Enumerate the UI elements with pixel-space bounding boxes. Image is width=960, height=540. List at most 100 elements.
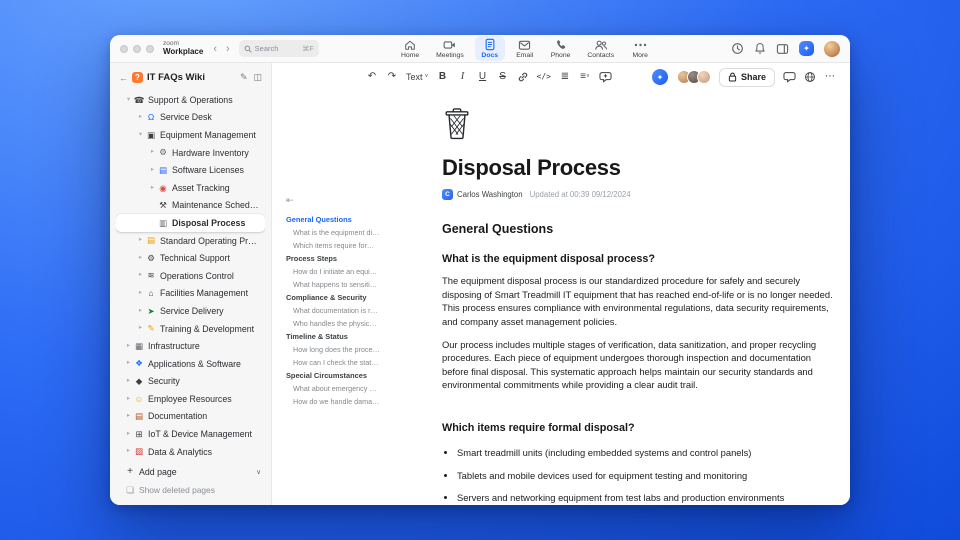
nav-forward-button[interactable]: › [226, 43, 230, 55]
code-icon[interactable]: </> [537, 68, 551, 86]
sidebar-item-facilities-management[interactable]: ▸ ⌂ Facilities Management [116, 285, 265, 303]
show-deleted-pages-button[interactable]: ❏ Show deleted pages [116, 481, 265, 499]
outline-item[interactable]: Who handles the physical di... [286, 317, 380, 330]
outline-item[interactable]: What documentation is req... [286, 304, 380, 317]
panel-toggle-icon[interactable] [776, 43, 789, 55]
collapse-outline-icon[interactable]: ⇤ [286, 195, 294, 206]
tab-docs[interactable]: Docs [474, 36, 505, 61]
tab-email[interactable]: Email [510, 37, 540, 61]
search-input[interactable]: Search ⌘F [238, 40, 319, 57]
outline-section[interactable]: Timeline & Status [286, 330, 380, 343]
chevron-right-icon[interactable]: ▸ [136, 325, 145, 332]
sidebar-item-asset-tracking[interactable]: ▸ ◉ Asset Tracking [116, 179, 265, 197]
chevron-right-icon[interactable]: ▸ [124, 430, 133, 438]
sidebar-item-support-operations[interactable]: ▾ ☎ Support & Operations [116, 91, 265, 109]
list-icon[interactable]: ≣ [559, 68, 571, 86]
sidebar-item-disposal-process[interactable]: ▥ Disposal Process [116, 214, 265, 232]
sidebar-item-service-delivery[interactable]: ▸ ➤ Service Delivery [116, 302, 265, 320]
chevron-down-icon[interactable]: ▾ [136, 131, 145, 139]
add-page-button[interactable]: + Add page ∨ [116, 463, 265, 481]
minimize-window-button[interactable] [133, 44, 141, 53]
outline-item[interactable]: Which items require formal ... [286, 239, 380, 252]
outline-section[interactable]: Process Steps [286, 252, 380, 265]
history-icon[interactable] [731, 42, 744, 55]
ai-companion-icon[interactable]: ✦ [651, 69, 668, 85]
sidebar-item-infrastructure[interactable]: ▸ ▦ Infrastructure [116, 337, 265, 355]
more-options-icon[interactable]: ⋯ [824, 68, 836, 86]
redo-icon[interactable]: ↷ [386, 68, 398, 86]
chevron-down-icon[interactable]: ▾ [124, 96, 133, 104]
tab-more[interactable]: More [625, 37, 655, 61]
chevron-right-icon[interactable]: ▸ [136, 307, 145, 315]
collaborator-avatar[interactable] [696, 70, 711, 84]
sidebar-item-security[interactable]: ▸ ◆ Security [116, 373, 265, 391]
language-icon[interactable] [804, 68, 816, 86]
sidebar-item-software-licenses[interactable]: ▸ ▤ Software Licenses [116, 161, 265, 179]
chevron-down-icon[interactable]: ∨ [256, 468, 261, 476]
chevron-right-icon[interactable]: ▸ [124, 413, 133, 420]
tab-home[interactable]: Home [395, 37, 425, 61]
maximize-window-button[interactable] [146, 44, 154, 53]
sidebar-item-iot-device-management[interactable]: ▸ ⊞ IoT & Device Management [116, 425, 265, 443]
iot-icon: ⊞ [135, 428, 143, 439]
sidebar-item-employee-resources[interactable]: ▸ ☺ Employee Resources [116, 390, 265, 408]
text-style-dropdown[interactable]: Text ∨ [406, 72, 429, 82]
chevron-right-icon[interactable]: ▸ [124, 378, 133, 385]
tab-phone[interactable]: Phone [545, 37, 577, 61]
sidebar-item-training-development[interactable]: ▸ ✎ Training & Development [116, 320, 265, 338]
comment-icon[interactable] [783, 68, 796, 86]
sidebar-item-maintenance-schedules[interactable]: ⚒ Maintenance Schedules [116, 197, 265, 215]
outline-item[interactable]: How can I check the status ... [286, 356, 380, 369]
nav-back-button[interactable]: ‹ [213, 43, 217, 55]
outline-item[interactable]: How do I initiate an equipm... [286, 265, 380, 278]
sidebar-item-applications-software[interactable]: ▸ ❖ Applications & Software [116, 355, 265, 373]
chevron-right-icon[interactable]: ▸ [148, 149, 157, 156]
outline-item[interactable]: How long does the process ... [286, 343, 380, 356]
sidebar-item-documentation[interactable]: ▸ ▤ Documentation [116, 408, 265, 426]
share-button[interactable]: Share [718, 67, 775, 87]
bold-button[interactable]: B [437, 68, 449, 86]
outline-item[interactable]: What about emergency dis... [286, 382, 380, 395]
sidebar-item-service-desk[interactable]: ▸ Ω Service Desk [116, 109, 265, 127]
chevron-right-icon[interactable]: ▸ [136, 272, 145, 279]
back-icon[interactable]: ← [119, 73, 128, 83]
sidebar-item-operations-control[interactable]: ▸ ≋ Operations Control [116, 267, 265, 285]
outline-section[interactable]: Special Circumstances [286, 369, 380, 382]
outline-item[interactable]: What is the equipment disp... [286, 226, 380, 239]
sidebar-item-hardware-inventory[interactable]: ▸ ⚙ Hardware Inventory [116, 144, 265, 162]
bell-icon[interactable] [754, 42, 766, 55]
sidebar-item-equipment-management[interactable]: ▾ ▣ Equipment Management [116, 126, 265, 144]
sidebar-item-technical-support[interactable]: ▸ ⚙ Technical Support [116, 249, 265, 267]
close-window-button[interactable] [120, 44, 128, 53]
chevron-right-icon[interactable]: ▸ [124, 395, 133, 403]
new-page-icon[interactable]: ✎ [240, 72, 248, 83]
tab-contacts[interactable]: Contacts [581, 37, 620, 61]
ai-companion-icon[interactable]: ✦ [799, 41, 814, 56]
sidebar-item-data-analytics[interactable]: ▸ ▨ Data & Analytics [116, 443, 265, 461]
chevron-right-icon[interactable]: ▸ [136, 254, 145, 262]
chevron-right-icon[interactable]: ▸ [136, 237, 145, 244]
question-glyph: ? [135, 73, 140, 82]
outline-item[interactable]: What happens to sensitive ... [286, 278, 380, 291]
chevron-right-icon[interactable]: ▸ [148, 184, 157, 192]
underline-button[interactable]: U [477, 68, 489, 86]
sidebar-item-standard-operating-procedures[interactable]: ▸▤Standard Operating Procedures [116, 232, 265, 250]
outline-item[interactable]: How do we handle damage... [286, 395, 380, 408]
add-comment-icon[interactable] [599, 68, 612, 86]
chevron-right-icon[interactable]: ▸ [136, 290, 145, 297]
italic-button[interactable]: I [457, 68, 469, 86]
link-icon[interactable] [517, 68, 529, 86]
strikethrough-button[interactable]: S [497, 68, 509, 86]
chevron-right-icon[interactable]: ▸ [148, 166, 157, 174]
undo-icon[interactable]: ↶ [366, 68, 378, 86]
align-dropdown[interactable]: ≡ ∨ [579, 68, 591, 86]
chevron-right-icon[interactable]: ▸ [124, 360, 133, 367]
outline-section[interactable]: General Questions [286, 213, 380, 226]
user-avatar[interactable] [824, 40, 840, 57]
chevron-right-icon[interactable]: ▸ [124, 342, 133, 350]
chevron-right-icon[interactable]: ▸ [124, 448, 133, 455]
collapse-sidebar-icon[interactable]: ◫ [253, 72, 262, 83]
outline-section[interactable]: Compliance & Security [286, 291, 380, 304]
tab-meetings[interactable]: Meetings [430, 37, 470, 61]
chevron-right-icon[interactable]: ▸ [136, 114, 145, 121]
